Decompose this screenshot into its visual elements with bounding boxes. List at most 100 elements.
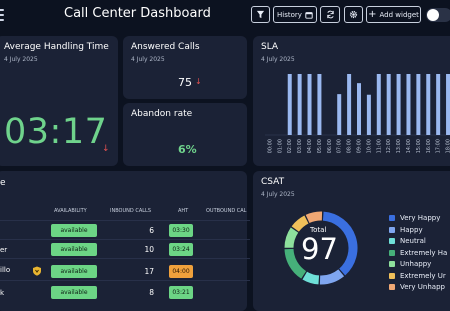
csat-segment[interactable] [302, 271, 320, 285]
x-tick-label: 14:00 [406, 139, 412, 153]
sla-bar[interactable] [386, 74, 391, 135]
inbound-calls-value: 8 [149, 288, 154, 297]
x-tick-label: 07:00 [337, 139, 343, 153]
sla-bar[interactable] [287, 74, 292, 135]
add-widget-button[interactable]: + Add widget [366, 6, 421, 23]
availability-badge: available [51, 243, 97, 256]
top-bar: Call Center Dashboard History + Add widg… [0, 0, 450, 32]
aht-value: 03:17 [4, 112, 108, 152]
x-tick-label: 00:00 [267, 139, 273, 153]
answered-trend-icon: ↓ [195, 77, 202, 86]
legend-label: Very Happy [400, 214, 441, 222]
x-tick-label: 08:00 [347, 139, 353, 153]
x-tick-label: 09:00 [357, 139, 363, 153]
x-tick-label: 16:00 [426, 139, 432, 153]
sla-bar[interactable] [396, 74, 401, 135]
csat-segment[interactable] [305, 211, 323, 224]
agent-name: er [0, 246, 8, 254]
sla-bar[interactable] [416, 74, 421, 135]
menu-icon[interactable] [0, 9, 4, 21]
x-tick-label: 18:00 [446, 139, 450, 153]
legend-item[interactable]: Extremely Ur [389, 272, 446, 280]
legend-swatch [389, 284, 395, 290]
availability-badge: available [51, 265, 97, 278]
agent-name: illo [0, 266, 11, 274]
csat-segment[interactable] [319, 269, 345, 285]
answered-calls-card: Answered Calls 4 July 2025 75 ↓ [123, 36, 247, 99]
csat-title: CSAT [261, 177, 285, 187]
sla-bar[interactable] [376, 74, 381, 135]
sla-bar[interactable] [317, 74, 322, 135]
history-label: History [277, 10, 302, 19]
toggle-knob [427, 9, 439, 21]
x-tick-label: 01:00 [277, 139, 283, 153]
sla-bar[interactable] [436, 74, 441, 135]
legend-swatch [389, 238, 395, 244]
shield-icon [33, 266, 41, 276]
availability-badge: available [51, 224, 97, 237]
plus-icon: + [368, 8, 377, 20]
sla-bar[interactable] [297, 74, 302, 135]
legend-swatch [389, 273, 395, 279]
col-availability: AVAILABILITY [54, 208, 87, 214]
x-tick-label: 10:00 [366, 139, 372, 153]
legend-item[interactable]: Neutral [389, 237, 426, 245]
csat-segment[interactable] [284, 227, 299, 249]
legend-item[interactable]: Unhappy [389, 260, 431, 268]
aht-badge: 04:00 [169, 265, 193, 278]
col-inbound-calls: INBOUND CALLS [110, 208, 151, 214]
row-separator [0, 258, 250, 259]
legend-label: Neutral [400, 237, 426, 245]
aht-title: Average Handling Time [4, 42, 109, 52]
aht-date: 4 July 2025 [4, 56, 38, 63]
settings-button[interactable] [344, 6, 363, 23]
sla-bar[interactable] [357, 83, 361, 135]
row-separator [0, 239, 250, 240]
answered-value: 75 [178, 76, 192, 89]
x-tick-label: 15:00 [416, 139, 422, 153]
sla-bar[interactable] [307, 74, 312, 135]
csat-segment[interactable] [291, 215, 309, 232]
legend-label: Happy [400, 226, 423, 234]
aht-badge: 03:21 [169, 286, 193, 299]
x-tick-label: 04:00 [307, 139, 313, 153]
add-widget-label: Add widget [379, 10, 419, 19]
refresh-button[interactable] [320, 6, 340, 23]
csat-total-value: 97 [301, 232, 338, 266]
x-tick-label: 03:00 [297, 139, 303, 153]
inbound-calls-value: 10 [144, 245, 154, 254]
legend-swatch [389, 227, 395, 233]
col-outbound-calls: OUTBOUND CAL [206, 208, 247, 214]
sla-bar[interactable] [347, 74, 352, 135]
filter-button[interactable] [251, 6, 270, 23]
sla-bar[interactable] [337, 94, 342, 135]
abandon-value: 6% [178, 143, 197, 156]
inbound-calls-value: 17 [144, 267, 154, 276]
sla-bar[interactable] [426, 74, 431, 135]
sla-bar[interactable] [446, 74, 450, 135]
answered-title: Answered Calls [131, 42, 200, 52]
agents-title: e [0, 178, 6, 188]
x-tick-label: 11:00 [376, 139, 382, 153]
sla-card: SLA 4 July 2025 00:00 01:00 02:00 03:00 04:0… [253, 36, 450, 166]
page-title: Call Center Dashboard [64, 6, 211, 21]
x-tick-label: 17:00 [436, 139, 442, 153]
history-button[interactable]: History [273, 6, 317, 23]
x-tick-label: 06:00 [327, 139, 333, 153]
legend-swatch [389, 261, 395, 267]
legend-item[interactable]: Very Unhapp [389, 283, 445, 291]
abandon-rate-card: Abandon rate 6% [123, 103, 247, 166]
legend-item[interactable]: Happy [389, 226, 423, 234]
sla-bar[interactable] [406, 74, 411, 135]
x-tick-label: 12:00 [386, 139, 392, 153]
aht-badge: 03:24 [169, 243, 193, 256]
legend-label: Very Unhapp [400, 283, 445, 291]
sla-chart: 00:00 01:00 02:00 03:00 04:00 05:00 06:00 07:00… [265, 74, 450, 153]
legend-item[interactable]: Very Happy [389, 214, 440, 222]
x-tick-label: 05:00 [317, 139, 323, 153]
theme-toggle[interactable] [426, 8, 450, 22]
abandon-title: Abandon rate [131, 109, 193, 119]
row-separator [0, 280, 250, 281]
sla-bar[interactable] [366, 94, 371, 135]
legend-item[interactable]: Extremely Ha [389, 249, 447, 257]
